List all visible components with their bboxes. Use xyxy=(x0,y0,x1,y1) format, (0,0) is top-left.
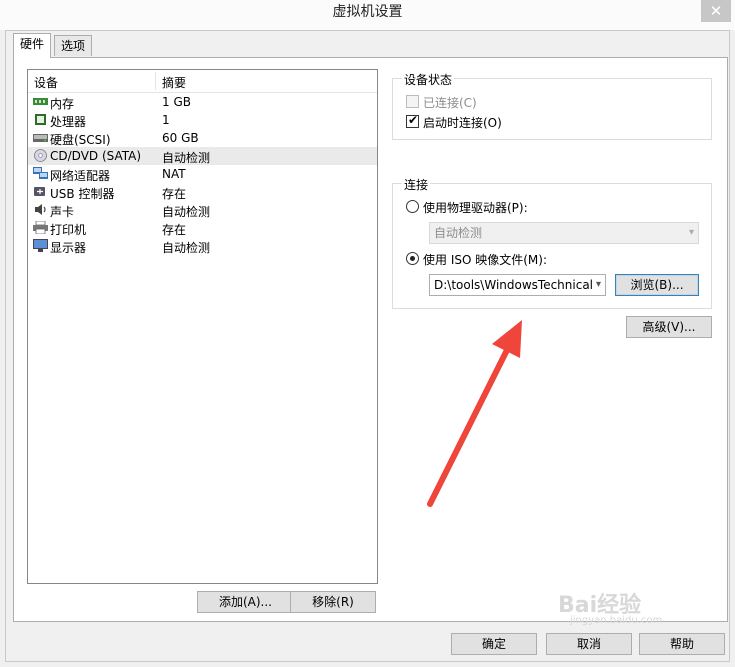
window-title: 虚拟机设置 xyxy=(332,4,403,20)
device-row-sound[interactable]: 声卡 自动检测 xyxy=(28,201,377,219)
dialog-body: 硬件 选项 设备 摘要 内存 1 GB 处理器 1 硬盘(SCSI) 60 GB… xyxy=(5,30,730,662)
device-summary: 1 GB xyxy=(162,95,191,109)
device-name: 网络适配器 xyxy=(50,169,111,183)
help-button[interactable]: 帮助 xyxy=(639,633,725,655)
baidu-watermark-url: jingyan.baidu.com xyxy=(570,615,663,626)
column-header-device[interactable]: 设备 xyxy=(34,74,58,91)
cancel-button[interactable]: 取消 xyxy=(546,633,632,655)
device-name: 打印机 xyxy=(50,223,87,237)
device-name: 显示器 xyxy=(50,241,87,255)
device-row-network[interactable]: 网络适配器 NAT xyxy=(28,165,377,183)
column-header-summary[interactable]: 摘要 xyxy=(162,74,186,91)
device-name: 处理器 xyxy=(50,115,87,129)
chevron-down-icon: ▾ xyxy=(688,227,694,238)
device-row-printer[interactable]: 打印机 存在 xyxy=(28,219,377,237)
connection-title: 连接 xyxy=(402,176,431,193)
chevron-down-icon: ▾ xyxy=(593,275,601,295)
add-device-button[interactable]: 添加(A)... xyxy=(197,591,294,613)
iso-image-path-select[interactable]: D:\tools\WindowsTechnicalP ▾ xyxy=(429,274,606,296)
connection-group: 连接 使用物理驱动器(P): 自动检测 ▾ 使用 ISO 映像文件(M): D:… xyxy=(392,176,712,309)
remove-device-button[interactable]: 移除(R) xyxy=(290,591,376,613)
device-summary: 1 xyxy=(162,113,170,127)
hardware-panel: 设备 摘要 内存 1 GB 处理器 1 硬盘(SCSI) 60 GB CD/DV… xyxy=(13,57,728,622)
usb-icon xyxy=(34,187,45,196)
device-summary: 存在 xyxy=(162,223,187,237)
close-icon: ✕ xyxy=(709,2,723,20)
advanced-button[interactable]: 高级(V)... xyxy=(626,316,712,338)
device-row-usb[interactable]: USB 控制器 存在 xyxy=(28,183,377,201)
device-name: 声卡 xyxy=(50,205,75,219)
checkmark-icon: ✔ xyxy=(408,113,419,127)
memory-icon xyxy=(33,98,48,105)
device-name: 内存 xyxy=(50,97,75,111)
device-summary: NAT xyxy=(162,167,186,181)
device-list[interactable]: 设备 摘要 内存 1 GB 处理器 1 硬盘(SCSI) 60 GB CD/DV… xyxy=(27,69,378,584)
column-separator[interactable] xyxy=(155,72,156,90)
iso-image-radio[interactable] xyxy=(406,252,419,265)
display-icon xyxy=(33,239,48,252)
device-list-header: 设备 摘要 xyxy=(28,70,377,93)
network-adapter-icon xyxy=(33,167,48,179)
radio-dot-icon xyxy=(410,256,415,261)
printer-icon xyxy=(33,221,48,234)
tab-hardware-label: 硬件 xyxy=(20,37,45,51)
device-row-memory[interactable]: 内存 1 GB xyxy=(28,93,377,111)
device-status-group: 设备状态 已连接(C) ✔ 启动时连接(O) xyxy=(392,71,712,140)
tab-hardware[interactable]: 硬件 xyxy=(13,33,52,58)
tab-options-label: 选项 xyxy=(61,39,86,53)
iso-image-label: 使用 ISO 映像文件(M): xyxy=(423,253,547,267)
physical-drive-value: 自动检测 xyxy=(434,226,483,240)
connected-label: 已连接(C) xyxy=(423,96,477,110)
device-name: USB 控制器 xyxy=(50,187,115,201)
device-row-processor[interactable]: 处理器 1 xyxy=(28,111,377,129)
device-summary: 自动检测 xyxy=(162,241,211,255)
device-row-cd-dvd[interactable]: CD/DVD (SATA) 自动检测 xyxy=(28,147,377,165)
close-button[interactable]: ✕ xyxy=(701,0,731,22)
physical-drive-radio[interactable] xyxy=(406,200,419,213)
connect-at-power-on-label: 启动时连接(O) xyxy=(423,116,502,130)
device-row-hard-disk[interactable]: 硬盘(SCSI) 60 GB xyxy=(28,129,377,147)
title-bar: 虚拟机设置 ✕ xyxy=(0,0,735,30)
connect-at-power-on-checkbox[interactable]: ✔ xyxy=(406,113,419,128)
device-name: CD/DVD (SATA) xyxy=(50,149,142,163)
tab-options[interactable]: 选项 xyxy=(54,35,93,56)
browse-button[interactable]: 浏览(B)... xyxy=(615,274,699,296)
device-status-title: 设备状态 xyxy=(402,71,455,88)
device-summary: 自动检测 xyxy=(162,151,211,165)
connected-checkbox[interactable] xyxy=(406,95,419,108)
device-name: 硬盘(SCSI) xyxy=(50,133,111,147)
device-row-display[interactable]: 显示器 自动检测 xyxy=(28,237,377,255)
hard-disk-icon xyxy=(33,134,48,142)
physical-drive-label: 使用物理驱动器(P): xyxy=(423,201,528,215)
cd-dvd-icon xyxy=(34,149,47,162)
device-summary: 存在 xyxy=(162,187,187,201)
annotation-arrow-icon xyxy=(427,320,522,507)
processor-icon xyxy=(35,114,46,125)
ok-button[interactable]: 确定 xyxy=(451,633,537,655)
physical-drive-select[interactable]: 自动检测 ▾ xyxy=(429,222,699,244)
device-summary: 60 GB xyxy=(162,131,199,145)
device-summary: 自动检测 xyxy=(162,205,211,219)
iso-image-path-value: D:\tools\WindowsTechnicalP xyxy=(434,278,601,292)
sound-card-icon xyxy=(35,204,46,215)
